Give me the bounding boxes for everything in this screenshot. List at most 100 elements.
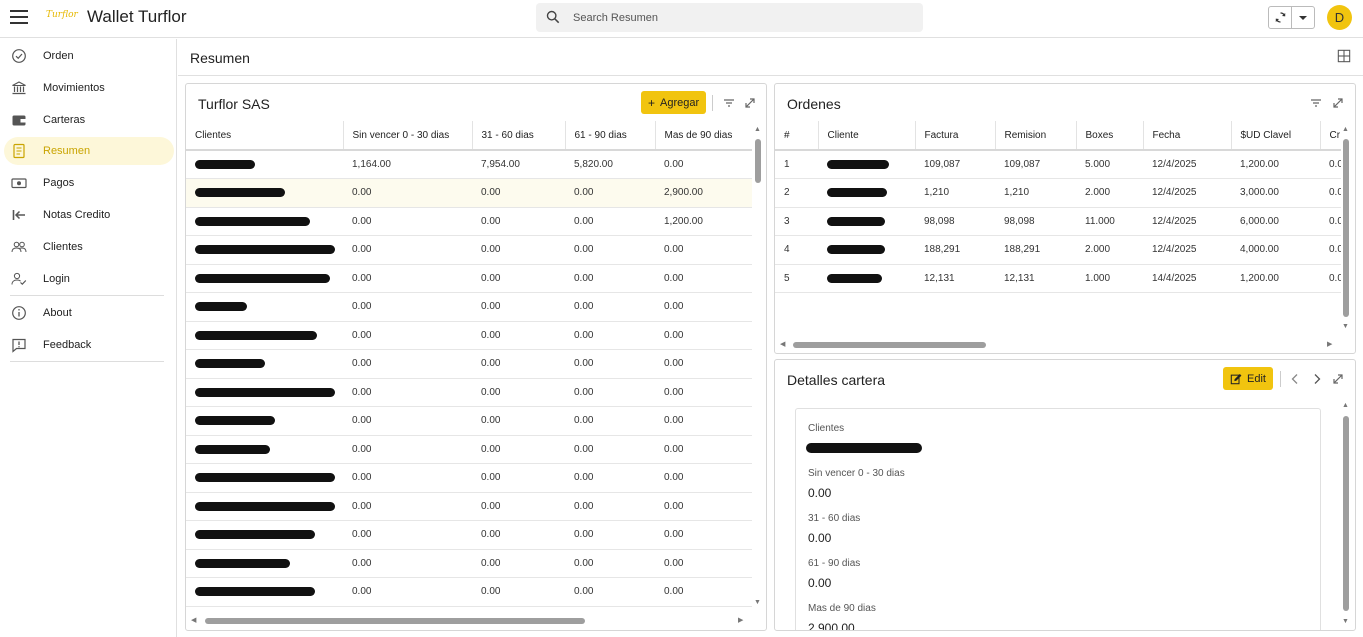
- sidebar-item-orden[interactable]: Orden: [4, 42, 174, 70]
- column-header[interactable]: $UD Clavel: [1231, 121, 1321, 151]
- table-row[interactable]: 512,13112,1311.00014/4/20251,200.000.0: [775, 264, 1341, 293]
- table-row[interactable]: 0.00 0.00 0.00 0.00: [186, 292, 752, 322]
- table-row[interactable]: 0.00 0.00 0.00 0.00: [186, 235, 752, 265]
- column-header[interactable]: 31 - 60 dias: [472, 121, 566, 151]
- vertical-scrollbar[interactable]: ▲ ▼: [1341, 400, 1351, 630]
- table-row[interactable]: 0.00 0.00 0.00 0.00: [186, 321, 752, 350]
- filter-icon[interactable]: [1309, 96, 1323, 110]
- column-header[interactable]: Sin vencer 0 - 30 dias: [343, 121, 473, 151]
- table-row[interactable]: 0.00 0.00 0.00 0.00: [186, 435, 752, 464]
- table-row[interactable]: 0.00 0.00 0.00 0.00: [186, 549, 752, 578]
- column-header[interactable]: Mas de 90 dias: [655, 121, 752, 151]
- scroll-right-icon[interactable]: ▶: [738, 616, 743, 624]
- table-cell: 0.0: [1320, 178, 1341, 208]
- caret-down-icon: [1299, 15, 1308, 20]
- table-cell: 0.00: [343, 492, 472, 521]
- column-header[interactable]: Cliente: [818, 121, 916, 151]
- table-row[interactable]: 0.00 0.00 0.00 0.00: [186, 492, 752, 521]
- sidebar-divider: [10, 361, 164, 362]
- horizontal-scrollbar[interactable]: ◀ ▶: [186, 614, 752, 628]
- horizontal-scrollbar[interactable]: ◀ ▶: [775, 338, 1341, 352]
- column-header[interactable]: 61 - 90 dias: [565, 121, 656, 151]
- table-cell: 1,200.00: [1231, 264, 1320, 293]
- column-header[interactable]: Boxes: [1076, 121, 1144, 151]
- table-cell: 0.00: [472, 549, 565, 578]
- sidebar-item-clientes[interactable]: Clientes: [4, 233, 174, 261]
- scroll-down-icon[interactable]: ▼: [1342, 618, 1349, 625]
- table-row[interactable]: 0.00 0.00 0.00 0.00: [186, 378, 752, 407]
- scroll-thumb[interactable]: [793, 342, 986, 348]
- sidebar-item-login[interactable]: Login: [4, 265, 174, 293]
- table-cell: 12,131: [915, 264, 995, 293]
- chevron-right-icon[interactable]: [1310, 372, 1324, 386]
- sidebar-item-pagos[interactable]: Pagos: [4, 169, 174, 197]
- scroll-up-icon[interactable]: ▲: [754, 126, 761, 133]
- search-bar[interactable]: [536, 3, 923, 32]
- table-row[interactable]: 0.00 0.00 0.00 1,200.00: [186, 207, 752, 236]
- scroll-down-icon[interactable]: ▼: [1342, 323, 1349, 330]
- sidebar-item-feedback[interactable]: Feedback: [4, 331, 174, 359]
- scroll-left-icon[interactable]: ◀: [780, 340, 785, 348]
- expand-icon[interactable]: [1331, 96, 1345, 110]
- sidebar-item-about[interactable]: About: [4, 299, 174, 327]
- sidebar-item-resumen[interactable]: Resumen: [4, 137, 174, 165]
- table-row[interactable]: 4188,291188,2912.00012/4/20254,000.000.0: [775, 235, 1341, 265]
- edit-button[interactable]: Edit: [1223, 367, 1273, 390]
- column-header[interactable]: Remision: [995, 121, 1077, 151]
- column-header[interactable]: Cr: [1320, 121, 1341, 151]
- table-row[interactable]: 0.00 0.00 0.00 2,900.00: [186, 178, 752, 208]
- sidebar-item-notas-credito[interactable]: Notas Credito: [4, 201, 174, 229]
- column-header[interactable]: #: [775, 121, 819, 151]
- table-row[interactable]: 0.00 0.00 0.00 0.00: [186, 406, 752, 436]
- search-input[interactable]: [573, 3, 913, 32]
- filter-icon[interactable]: [722, 96, 736, 110]
- table-cell: 0.00: [565, 520, 655, 550]
- add-button[interactable]: + Agregar: [641, 91, 707, 114]
- refresh-options-button[interactable]: [1291, 7, 1314, 28]
- edit-icon: [1230, 373, 1242, 384]
- scroll-down-icon[interactable]: ▼: [754, 599, 761, 606]
- column-header[interactable]: Fecha: [1143, 121, 1232, 151]
- scroll-up-icon[interactable]: ▲: [1342, 402, 1349, 409]
- sidebar-item-movimientos[interactable]: Movimientos: [4, 74, 174, 102]
- expand-icon[interactable]: [1331, 372, 1345, 386]
- table-row[interactable]: 21,2101,2102.00012/4/20253,000.000.0: [775, 178, 1341, 208]
- table-row[interactable]: 0.00 0.00 0.00 0.00: [186, 520, 752, 550]
- vertical-scrollbar[interactable]: ▲ ▼: [753, 121, 763, 607]
- scroll-thumb[interactable]: [755, 139, 761, 183]
- table-cell: 109,087: [995, 150, 1076, 179]
- detail-card: Clientes Sin vencer 0 - 30 dias 0.00 31 …: [795, 408, 1321, 630]
- field-label: Sin vencer 0 - 30 dias: [808, 468, 905, 479]
- layout-grid-icon[interactable]: [1337, 49, 1351, 63]
- menu-icon[interactable]: [10, 10, 28, 24]
- table-cell: 14/4/2025: [1143, 264, 1231, 293]
- table-cell: 3,000.00: [1231, 178, 1320, 208]
- table-cell: 0.00: [472, 292, 565, 322]
- table-row[interactable]: 1109,087109,0875.00012/4/20251,200.000.0: [775, 150, 1341, 179]
- table-row[interactable]: 0.00 0.00 0.00 0.00: [186, 463, 752, 493]
- column-header[interactable]: Clientes: [186, 121, 344, 151]
- expand-icon[interactable]: [743, 96, 757, 110]
- scroll-thumb[interactable]: [205, 618, 585, 624]
- table-row[interactable]: 1,164.00 7,954.00 5,820.00 0.00: [186, 150, 752, 179]
- client-name-redacted: [186, 321, 343, 350]
- table-row[interactable]: 0.00 0.00 0.00 0.00: [186, 349, 752, 379]
- vertical-scrollbar[interactable]: ▲ ▼: [1341, 121, 1351, 331]
- plus-icon: +: [648, 95, 656, 110]
- scroll-left-icon[interactable]: ◀: [191, 616, 196, 624]
- table-row[interactable]: 398,09898,09811.00012/4/20256,000.000.0: [775, 207, 1341, 236]
- scroll-thumb[interactable]: [1343, 416, 1349, 611]
- sidebar-item-carteras[interactable]: Carteras: [4, 106, 174, 134]
- table-row[interactable]: 0.00 0.00 0.00 0.00: [186, 577, 752, 607]
- user-avatar[interactable]: D: [1327, 5, 1352, 30]
- refresh-button[interactable]: [1269, 7, 1291, 28]
- column-header[interactable]: Factura: [915, 121, 996, 151]
- scroll-up-icon[interactable]: ▲: [1342, 126, 1349, 133]
- scroll-thumb[interactable]: [1343, 139, 1349, 317]
- table-row[interactable]: 0.00 0.00 0.00 0.00: [186, 264, 752, 293]
- sidebar-divider: [10, 295, 164, 296]
- table-cell: 3: [775, 207, 818, 236]
- ordenes-table-viewport: # Cliente Factura Remision Boxes Fecha $…: [775, 121, 1341, 331]
- chevron-left-icon[interactable]: [1288, 372, 1302, 386]
- scroll-right-icon[interactable]: ▶: [1327, 340, 1332, 348]
